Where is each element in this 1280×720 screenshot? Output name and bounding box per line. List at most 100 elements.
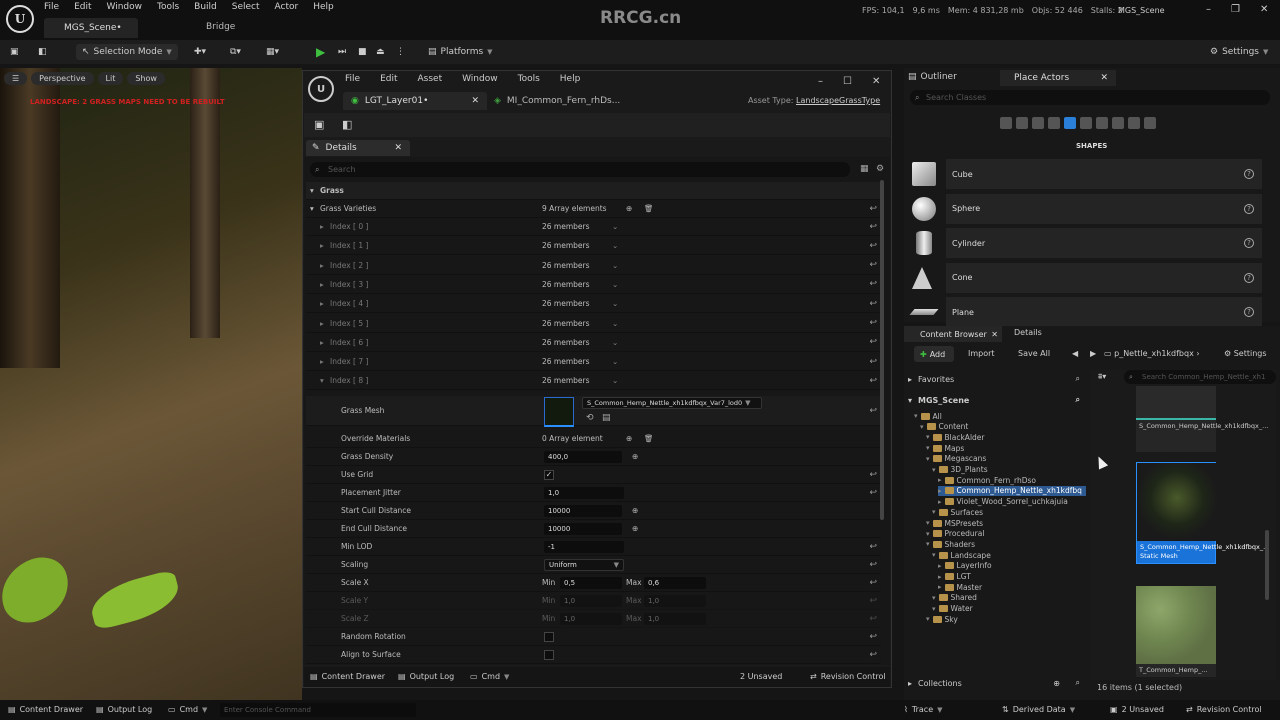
table-view-icon[interactable]: ▦: [860, 164, 869, 174]
reset-icon[interactable]: ↩: [869, 376, 877, 386]
perspective-button[interactable]: Perspective: [31, 72, 94, 85]
details-search-input[interactable]: ⌕ Search: [310, 162, 850, 177]
folder-tree-item[interactable]: ▾ BlackAlder: [926, 432, 984, 442]
random-rotation-checkbox[interactable]: [544, 631, 554, 642]
asset-search-input[interactable]: ⌕ Search Common_Hemp_Nettle_xh1: [1124, 370, 1276, 384]
revision-control-button[interactable]: ⇄ Revision Control: [1186, 705, 1262, 714]
chevron-down-icon[interactable]: ⌄: [612, 280, 618, 289]
folder-tree-item[interactable]: ▾ MSPresets: [926, 518, 983, 528]
grass-density-input[interactable]: 400,0: [544, 450, 622, 463]
eject-button[interactable]: ⏏: [376, 44, 385, 60]
menu-window[interactable]: Window: [107, 2, 143, 12]
more-icon[interactable]: ⋮: [396, 44, 405, 60]
grass-mesh-select[interactable]: S_Common_Hemp_Nettle_xh1kdfbqx_Var7_lod0…: [582, 397, 762, 409]
chevron-down-icon[interactable]: ⌄: [612, 376, 618, 385]
cinematic-icon[interactable]: [1048, 117, 1060, 129]
index-row[interactable]: ▸ Index [ 6 ] 26 members ⌄ ↩: [306, 334, 881, 352]
close-tab-icon[interactable]: ✕: [394, 143, 402, 153]
use-selected-icon[interactable]: ⟲: [586, 413, 594, 423]
search-icon[interactable]: ⌕: [1076, 395, 1080, 405]
shape-item-cone[interactable]: Cone?: [912, 262, 1262, 293]
back-icon[interactable]: ◀: [1072, 349, 1078, 358]
index-row[interactable]: ▸ Index [ 1 ] 26 members ⌄ ↩: [306, 237, 881, 256]
align-surface-checkbox[interactable]: [544, 649, 554, 660]
help-icon[interactable]: ?: [1244, 203, 1254, 214]
derived-data-button[interactable]: ⇅ Derived Data ▼: [1002, 705, 1075, 714]
shape-item-sphere[interactable]: Sphere?: [912, 193, 1262, 224]
menu-edit[interactable]: Edit: [74, 2, 91, 12]
add-actor-icon[interactable]: ✚▾: [194, 44, 206, 60]
forward-icon[interactable]: ▶: [1090, 349, 1096, 358]
favorites-section[interactable]: ▸ Favorites ⌕: [908, 372, 1084, 386]
add-button[interactable]: ✚ Add: [914, 346, 954, 362]
landscape-icon[interactable]: [1144, 117, 1156, 129]
chevron-down-icon[interactable]: ⌄: [612, 261, 618, 270]
help-icon[interactable]: ?: [1244, 307, 1254, 318]
browse-icon[interactable]: ▤: [602, 413, 611, 423]
volumes-icon[interactable]: [1096, 117, 1108, 129]
menu-tools[interactable]: Tools: [157, 2, 179, 12]
close-icon[interactable]: ✕: [872, 76, 880, 87]
editor-menu-asset[interactable]: Asset: [418, 74, 443, 84]
unsaved-button[interactable]: 2 Unsaved: [740, 672, 782, 681]
menu-file[interactable]: File: [44, 2, 59, 12]
visual-effects-icon[interactable]: [1080, 117, 1092, 129]
tab-bridge[interactable]: Bridge: [206, 22, 235, 32]
show-button[interactable]: Show: [127, 72, 165, 85]
tab-details[interactable]: ✎ Details ✕: [306, 140, 410, 156]
filter-icon[interactable]: ⩩▾: [1098, 372, 1106, 382]
folder-tree-item[interactable]: ▾ Water: [932, 604, 973, 614]
shapes-icon[interactable]: [1064, 117, 1076, 129]
trash-icon[interactable]: 🗑: [644, 204, 654, 213]
maximize-icon[interactable]: ☐: [843, 76, 852, 87]
blueprint-icon[interactable]: ⧉▾: [230, 44, 241, 60]
folder-tree-item[interactable]: ▾ Content: [920, 422, 968, 432]
browse-icon[interactable]: ◧: [342, 118, 352, 131]
lights-icon[interactable]: [1032, 117, 1044, 129]
console-input[interactable]: Enter Console Command: [220, 703, 416, 717]
editor-menu-edit[interactable]: Edit: [380, 74, 397, 84]
minimize-icon[interactable]: –: [818, 76, 823, 87]
menu-actor[interactable]: Actor: [275, 2, 299, 12]
content-drawer-button[interactable]: ▤ Content Drawer: [310, 672, 385, 681]
close-tab-icon[interactable]: ✕: [991, 330, 998, 339]
folder-tree-item[interactable]: ▸ Common_Hemp_Nettle_xh1kdfbq: [938, 485, 1086, 496]
tab-content-browser[interactable]: Content Browser ✕: [904, 326, 1002, 342]
folder-tree-item[interactable]: ▾ Megascans: [926, 454, 986, 464]
cinematics-icon[interactable]: ▦▾: [266, 44, 279, 60]
editor-menu-tools[interactable]: Tools: [518, 74, 540, 84]
menu-select[interactable]: Select: [232, 2, 260, 12]
save-icon[interactable]: ▣: [10, 44, 19, 60]
reset-icon[interactable]: ↩: [869, 614, 877, 624]
reset-icon[interactable]: ↩: [869, 299, 877, 309]
editor-menu-window[interactable]: Window: [462, 74, 498, 84]
asset-tile[interactable]: S_Common_Hemp_Nettle_xh1kdfbqx_...: [1136, 386, 1268, 452]
reset-icon[interactable]: ↩: [869, 222, 877, 232]
add-collection-icon[interactable]: ⊕: [1053, 679, 1060, 688]
scene-section[interactable]: ▾ MGS_Scene ⌕: [908, 393, 1084, 407]
settings-button[interactable]: ⚙ Settings ▼: [1210, 44, 1268, 60]
chevron-down-icon[interactable]: ⌄: [612, 357, 618, 366]
details-scrollbar[interactable]: [880, 180, 884, 520]
unsaved-button[interactable]: ▣ 2 Unsaved: [1110, 705, 1164, 714]
reset-icon[interactable]: ↩: [869, 632, 877, 642]
import-button[interactable]: Import: [968, 349, 995, 358]
index-row[interactable]: ▸ Index [ 7 ] 26 members ⌄ ↩: [306, 353, 881, 372]
save-icon[interactable]: ▣: [314, 118, 324, 131]
folder-tree-item[interactable]: ▸ Violet_Wood_Sorrel_uchkajuia: [938, 497, 1068, 507]
folder-tree-item[interactable]: ▾ 3D_Plants: [932, 465, 988, 475]
browse-icon[interactable]: ◧: [38, 44, 47, 60]
scale-x-max-input[interactable]: 0,6: [644, 576, 706, 589]
stop-button[interactable]: ■: [358, 44, 367, 60]
folder-tree-item[interactable]: ▸ LGT: [938, 572, 971, 582]
folder-tree-item[interactable]: ▾ Maps: [926, 443, 964, 453]
min-lod-input[interactable]: -1: [544, 540, 624, 553]
scale-x-min-input[interactable]: 0,5: [560, 576, 622, 589]
tab-outliner[interactable]: ▤ Outliner: [908, 72, 957, 82]
shape-item-cube[interactable]: Cube?: [912, 159, 1262, 189]
tab-mi-common-fern[interactable]: ◈ MI_Common_Fern_rhDs...: [490, 92, 620, 110]
start-cull-input[interactable]: 10000: [544, 504, 622, 517]
chevron-down-icon[interactable]: ⌄: [612, 241, 618, 250]
reset-icon[interactable]: ↩: [869, 318, 877, 328]
folder-tree-item[interactable]: ▾ Sky: [926, 614, 958, 624]
